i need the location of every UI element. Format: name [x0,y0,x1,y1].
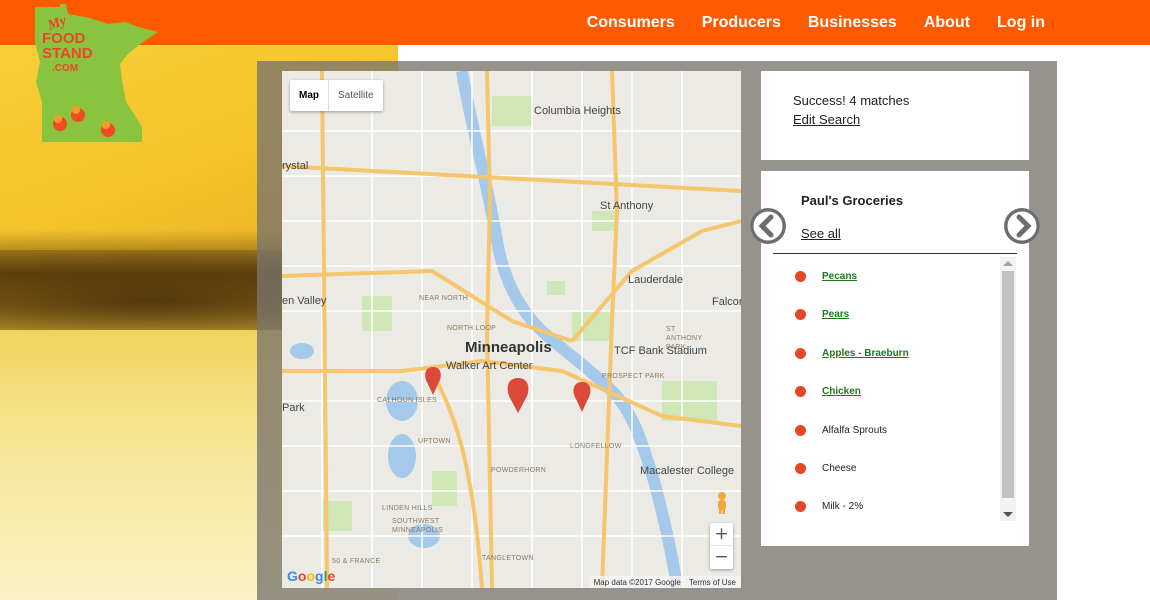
divider [773,253,1017,254]
search-result-summary: Success! 4 matches Edit Search [761,71,1029,160]
bullet-dot-icon [795,500,806,512]
zoom-control: + − [710,523,733,569]
google-logo[interactable]: Google [287,568,335,584]
map-label-calhoun: CALHOUN ISLES [377,397,437,404]
map-footer: Map data ©2017 Google Terms of Use [588,576,741,588]
map-label-st-anthony-park: ST ANTHONY PARK [666,326,703,351]
map-terms-link[interactable]: Terms of Use [689,578,736,587]
nav-login-link[interactable]: Log in [997,14,1045,32]
edit-search-link[interactable]: Edit Search [793,112,860,127]
logo-line-stand: STAND [42,45,93,62]
chevron-left-icon [750,208,786,244]
nav-producers-link[interactable]: Producers [702,14,781,32]
producer-card: Paul's Groceries See all Pecans Pears Ap… [761,171,1029,546]
map-label-50-france: 50 & FRANCE [332,558,381,565]
previous-producer-button[interactable] [750,208,786,244]
product-label: Alfalfa Sprouts [822,424,888,436]
map-label-north-loop: NORTH LOOP [447,325,497,332]
list-item: Pears [795,307,849,321]
list-item: Pecans [795,269,857,283]
bullet-dot-icon [795,385,806,397]
result-message: Success! 4 matches [793,93,910,108]
bullet-dot-icon [795,270,806,282]
product-link[interactable]: Chicken [822,386,861,397]
nav-consumers-link[interactable]: Consumers [587,14,675,32]
bullet-dot-icon [795,424,806,436]
map-label-st-anthony: St Anthony [600,200,654,212]
map-label-tangletown: TANGLETOWN [482,555,534,562]
product-link[interactable]: Pears [822,309,849,320]
product-link[interactable]: Apples - Braeburn [822,348,909,359]
map-label-city: Minneapolis [465,339,552,356]
map-marker[interactable] [573,382,591,412]
map-label-crystal: rystal [282,160,309,172]
logo-line-com: .COM [52,63,79,74]
map-label-valley: en Valley [282,295,327,307]
site-logo[interactable]: My FOOD STAND .COM [30,2,160,147]
zoom-out-button[interactable]: − [710,546,733,569]
bullet-dot-icon [795,462,806,474]
map-label-walker: Walker Art Center [446,360,533,372]
map-marker[interactable] [507,378,529,413]
nav-about-link[interactable]: About [924,14,970,32]
map-data-attribution: Map data ©2017 Google [593,577,681,587]
map-label-powderhorn: POWDERHORN [491,467,547,474]
map-label-macalester: Macalester College [640,465,735,477]
map-label-park: Park [282,402,305,414]
product-label: Cheese [822,462,857,474]
list-item: Cheese [795,461,856,475]
chevron-right-icon [1004,208,1040,244]
see-all-link[interactable]: See all [801,226,841,241]
map-label-lauderdale: Lauderdale [628,274,684,286]
product-list: Pecans Pears Apples - Braeburn Chicken A… [773,257,1016,521]
bullet-dot-icon [795,308,806,320]
map-label-uptown: UPTOWN [418,438,451,445]
map-label-linden: LINDEN HILLS [382,505,433,512]
map-label-longfellow: LONGFELLOW [570,443,622,450]
top-navigation-bar: Consumers Producers Businesses About Log… [0,0,1150,45]
map-label-southwest: SOUTHWEST MINNEAPOLIS [392,518,444,534]
producer-name: Paul's Groceries [801,193,904,208]
map[interactable]: Minneapolis Columbia Heights St Anthony … [282,71,741,588]
map-type-map-button[interactable]: Map [290,80,329,111]
list-item: Chicken [795,384,861,398]
scroll-down-icon[interactable] [1003,512,1013,517]
map-type-control: Map Satellite [290,80,383,111]
product-label: Milk - 2% [822,500,864,512]
logo-line-food: FOOD [42,30,86,47]
list-scrollbar[interactable] [1000,257,1016,521]
zoom-in-button[interactable]: + [710,523,733,546]
map-label-near-north: NEAR NORTH [419,295,469,302]
product-link[interactable]: Pecans [822,271,857,282]
bullet-dot-icon [795,347,806,359]
list-item: Milk - 2% [795,499,863,513]
street-view-pegman-icon[interactable] [714,491,730,515]
map-marker[interactable] [425,367,441,395]
next-producer-button[interactable] [1004,208,1040,244]
nav-businesses-link[interactable]: Businesses [808,14,897,32]
map-label-prospect: PROSPECT PARK [602,373,665,380]
map-type-satellite-button[interactable]: Satellite [329,80,383,111]
map-label-columbia-heights: Columbia Heights [534,105,621,117]
scroll-up-icon[interactable] [1003,261,1013,266]
main-nav: Consumers Producers Businesses About Log… [560,0,1045,45]
map-label-falcon: Falcon [712,296,741,308]
list-item: Apples - Braeburn [795,346,909,360]
scrollbar-thumb[interactable] [1002,271,1014,498]
list-item: Alfalfa Sprouts [795,423,887,437]
